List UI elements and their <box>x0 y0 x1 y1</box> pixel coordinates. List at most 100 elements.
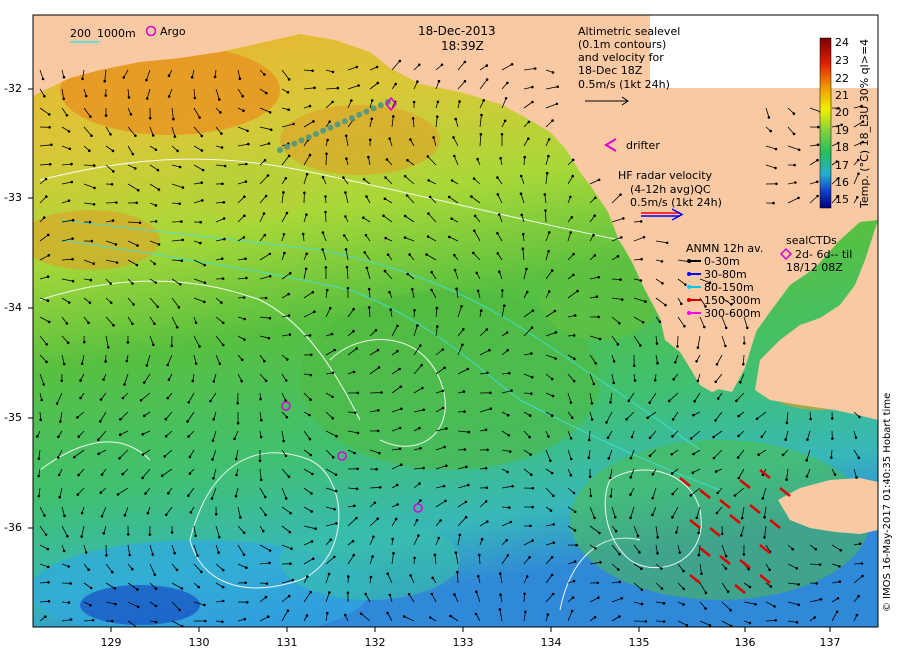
velocity-arrow-head <box>473 214 477 218</box>
velocity-arrow-head <box>453 154 456 158</box>
velocity-arrow-head <box>146 511 150 515</box>
velocity-arrow-head <box>573 510 577 514</box>
velocity-arrow-head <box>268 252 272 256</box>
velocity-arrow-head <box>365 266 369 270</box>
velocity-arrow <box>325 211 327 223</box>
velocity-arrow-head <box>331 416 335 420</box>
velocity-arrow-head <box>479 133 483 136</box>
velocity-arrow-head <box>573 314 577 317</box>
velocity-arrow-head <box>793 163 796 167</box>
velocity-arrow-head <box>619 193 622 196</box>
velocity-arrow-head <box>398 447 402 451</box>
velocity-arrow-head <box>432 136 435 139</box>
velocity-arrow-head <box>287 108 291 111</box>
velocity-arrow-head <box>203 281 207 285</box>
velocity-arrow-head <box>407 593 411 596</box>
velocity-arrow-head <box>552 541 556 544</box>
velocity-arrow-head <box>496 232 499 235</box>
velocity-arrow-head <box>311 472 314 476</box>
velocity-arrow-head <box>587 438 591 442</box>
velocity-arrow-head <box>46 233 50 237</box>
velocity-arrow-head <box>530 326 534 330</box>
velocity-arrow-head <box>70 162 73 166</box>
velocity-arrow-head <box>167 74 171 77</box>
velocity-arrow-head <box>485 64 489 67</box>
velocity-arrow-head <box>200 570 203 574</box>
velocity-arrow-head <box>704 607 707 610</box>
velocity-arrow-head <box>630 435 634 439</box>
velocity-arrow-head <box>362 178 366 181</box>
velocity-arrow-head <box>761 497 765 500</box>
velocity-arrow-head <box>855 476 858 479</box>
velocity-arrow-head <box>118 433 122 437</box>
velocity-arrow-head <box>139 399 143 402</box>
velocity-arrow-head <box>463 410 466 413</box>
velocity-arrow-head <box>476 157 479 161</box>
velocity-arrow-head <box>111 219 115 222</box>
velocity-arrow-head <box>814 547 817 551</box>
velocity-arrow-head <box>609 401 612 404</box>
velocity-arrow-head <box>573 560 577 563</box>
cool-patch <box>80 585 200 625</box>
velocity-arrow-head <box>531 487 535 490</box>
velocity-arrow-head <box>67 130 71 133</box>
velocity-arrow-head <box>760 435 764 439</box>
velocity-arrow-head <box>757 453 760 457</box>
velocity-arrow-head <box>68 147 72 151</box>
anmn-item-4: 150-300m <box>704 294 761 307</box>
velocity-arrow-head <box>48 126 51 129</box>
velocity-arrow-head <box>100 473 104 476</box>
velocity-arrow-head <box>377 409 380 412</box>
velocity-arrow-head <box>748 585 752 589</box>
velocity-arrow-head <box>413 309 416 312</box>
glider-point <box>341 118 348 125</box>
velocity-arrow-head <box>543 193 547 196</box>
velocity-arrow-head <box>376 517 380 521</box>
velocity-arrow-head <box>576 289 579 293</box>
velocity-arrow-head <box>791 547 794 551</box>
velocity-arrow-head <box>309 398 312 401</box>
velocity-arrow-head <box>427 179 431 182</box>
velocity-arrow-head <box>289 511 292 515</box>
velocity-arrow-head <box>199 220 202 224</box>
velocity-arrow-head <box>816 158 819 162</box>
velocity-arrow-head <box>40 398 43 402</box>
lon-tick: 132 <box>364 636 386 649</box>
velocity-arrow-head <box>181 238 184 242</box>
velocity-arrow-head <box>92 203 96 206</box>
velocity-arrow-head <box>672 377 675 381</box>
velocity-arrow-head <box>37 457 41 460</box>
glider-point <box>320 127 327 134</box>
velocity-arrow-head <box>408 253 411 256</box>
velocity-arrow-head <box>245 600 249 604</box>
velocity-arrow-head <box>180 259 184 263</box>
velocity-arrow-head <box>359 612 363 615</box>
velocity-arrow-head <box>88 301 92 305</box>
velocity-arrow-head <box>704 591 708 595</box>
velocity-arrow-head <box>429 616 432 619</box>
velocity-arrow-head <box>180 220 183 223</box>
velocity-arrow-head <box>708 624 712 627</box>
velocity-arrow-head <box>282 191 285 194</box>
velocity-arrow-head <box>170 531 174 534</box>
velocity-arrow-head <box>472 177 476 180</box>
velocity-arrow-head <box>289 562 292 565</box>
velocity-arrow-head <box>445 427 448 430</box>
lon-tick: 134 <box>540 636 562 649</box>
velocity-arrow-head <box>291 578 295 582</box>
colorbar-tick: 19 <box>835 124 849 137</box>
velocity-arrow-head <box>696 379 700 383</box>
velocity-arrow-head <box>178 202 181 205</box>
velocity-arrow-head <box>419 447 422 450</box>
velocity-arrow-head <box>639 220 643 223</box>
velocity-arrow-head <box>479 309 483 313</box>
velocity-arrow-head <box>308 104 312 108</box>
velocity-arrow-head <box>284 379 288 382</box>
velocity-arrow-head <box>189 511 193 514</box>
velocity-arrow-head <box>47 254 51 257</box>
velocity-arrow-head <box>736 456 740 459</box>
velocity-arrow-head <box>321 175 325 179</box>
colorbar-tick: 15 <box>835 193 849 206</box>
velocity-arrow-head <box>670 453 674 456</box>
velocity-arrow-head <box>304 267 308 271</box>
